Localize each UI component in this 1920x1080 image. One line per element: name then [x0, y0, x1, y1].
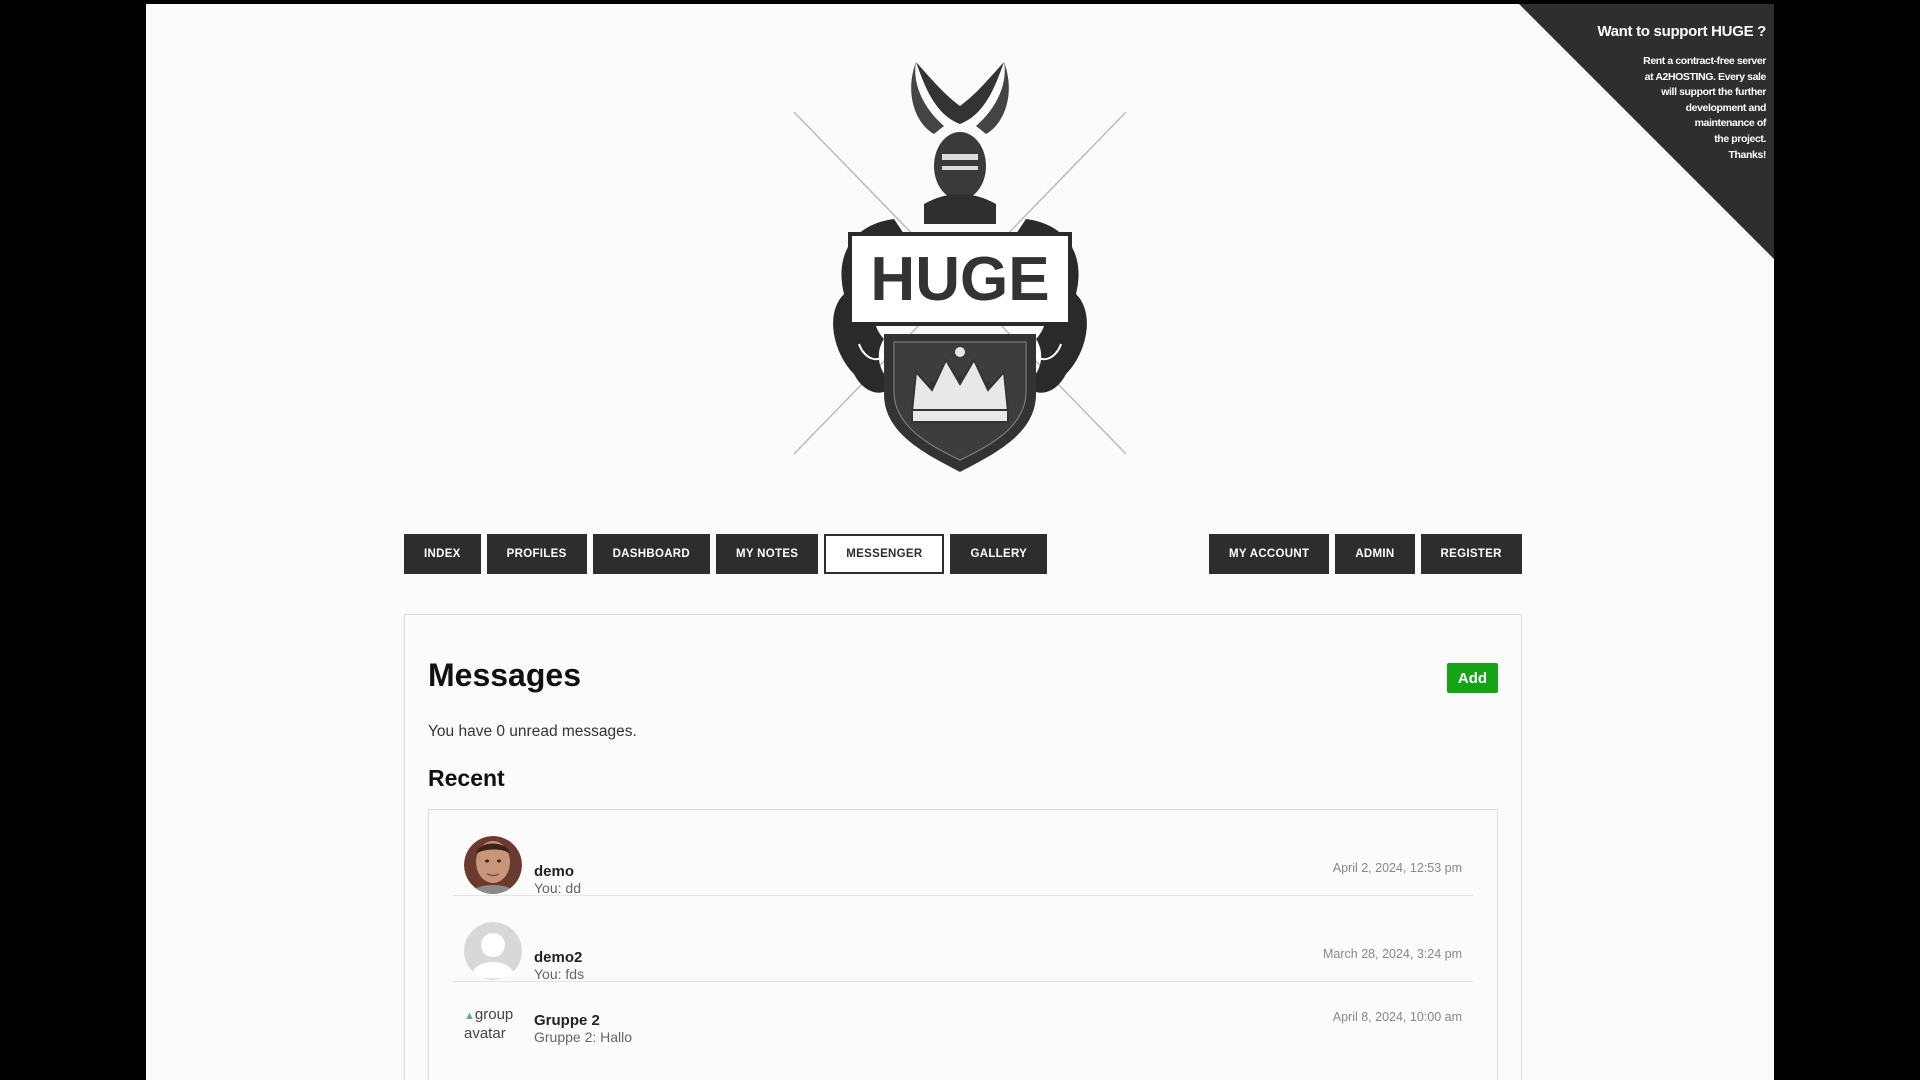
support-line: Thanks!: [1728, 148, 1767, 161]
nav-dashboard[interactable]: DASHBOARD: [592, 534, 711, 574]
avatar-alt-text: group: [474, 1006, 514, 1023]
support-text: Rent a contract-free server at A2HOSTING…: [1606, 54, 1766, 163]
support-corner-banner[interactable]: Want to support HUGE ? Rent a contract-f…: [1519, 4, 1774, 259]
recent-heading: Recent: [428, 765, 505, 791]
conversation-date: April 2, 2024, 12:53 pm: [1332, 861, 1462, 875]
conversation-name: demo2: [534, 949, 583, 966]
user-avatar-photo: [464, 836, 522, 894]
nav-my-notes[interactable]: MY NOTES: [716, 534, 819, 574]
huge-logo: HUGE: [793, 62, 1127, 472]
nav-admin[interactable]: ADMIN: [1335, 534, 1415, 574]
nav-register[interactable]: REGISTER: [1420, 534, 1522, 574]
main-nav: INDEX PROFILES DASHBOARD MY NOTES MESSEN…: [404, 534, 1048, 574]
support-line: will support the further: [1661, 86, 1766, 99]
broken-group-avatar: ▲group avatar: [464, 1006, 522, 1043]
support-title: Want to support HUGE ?: [1597, 23, 1766, 40]
conversation-preview: Gruppe 2: Hallo: [534, 1029, 633, 1045]
support-line: Rent a contract-free server: [1643, 55, 1766, 67]
conversation-name: Gruppe 2: [534, 1012, 600, 1029]
support-line: maintenance of: [1694, 117, 1767, 130]
nav-messenger[interactable]: MESSENGER: [824, 534, 945, 574]
conversation-date: March 28, 2024, 3:24 pm: [1323, 947, 1462, 961]
broken-image-icon: ▲: [464, 1010, 475, 1022]
support-line: the project.: [1714, 132, 1766, 145]
unread-count-text: You have 0 unread messages.: [428, 723, 637, 740]
default-avatar-icon: [464, 922, 522, 980]
nav-gallery[interactable]: GALLERY: [950, 534, 1048, 574]
conversation-name: demo: [534, 863, 575, 880]
conversation-preview: You: fds: [534, 966, 585, 982]
messages-panel: Messages Add You have 0 unread messages.…: [404, 614, 1522, 1080]
conversation-row[interactable]: ▲group avatar Gruppe 2 Gruppe 2: Hallo A…: [453, 982, 1473, 1068]
logo-text: HUGE: [870, 245, 1049, 314]
conversation-list: demo You: dd April 2, 2024, 12:53 pm dem…: [428, 809, 1498, 1080]
add-message-button[interactable]: Add: [1447, 663, 1498, 693]
page-title: Messages: [428, 657, 581, 693]
page: Want to support HUGE ? Rent a contract-f…: [146, 4, 1774, 1080]
nav-my-account[interactable]: MY ACCOUNT: [1209, 534, 1330, 574]
conversation-row[interactable]: demo You: dd April 2, 2024, 12:53 pm: [453, 810, 1473, 896]
conversation-date: April 8, 2024, 10:00 am: [1332, 1010, 1462, 1024]
conversation-preview: You: dd: [534, 880, 581, 896]
account-nav: MY ACCOUNT ADMIN REGISTER: [1209, 534, 1522, 574]
nav-index[interactable]: INDEX: [404, 534, 481, 574]
conversation-row[interactable]: demo2 You: fds March 28, 2024, 3:24 pm: [453, 896, 1473, 982]
avatar-alt-text: avatar: [464, 1025, 506, 1042]
nav-profiles[interactable]: PROFILES: [486, 534, 587, 574]
support-line: development and: [1685, 101, 1767, 114]
support-line: at A2HOSTING. Every sale: [1644, 70, 1767, 83]
